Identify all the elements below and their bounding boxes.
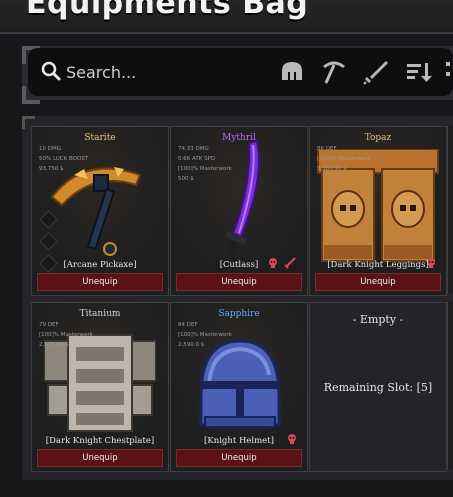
item-stat: [100]% Masterwork bbox=[39, 332, 93, 338]
remaining-slot-count: Remaining Slot: [5] bbox=[323, 381, 433, 394]
unequip-button[interactable]: Unequip bbox=[37, 273, 163, 291]
item-stat: 2,575.50 $ bbox=[39, 342, 69, 348]
item-name: Titanium bbox=[79, 309, 121, 319]
item-name: Topaz bbox=[364, 133, 392, 143]
item-stat: [100]% Masterwork bbox=[317, 156, 371, 162]
item-stat: 0.66 ATK SPD bbox=[178, 156, 216, 162]
search-input[interactable] bbox=[66, 58, 266, 86]
helmet-art-icon bbox=[199, 339, 281, 428]
item-stat: 500 $ bbox=[178, 176, 194, 182]
item-card-titanium[interactable]: Titanium 79 DEF [100]% Masterwork 2,575.… bbox=[31, 302, 169, 472]
pickaxe-art-icon bbox=[50, 167, 142, 256]
chestplate-art-icon bbox=[44, 334, 156, 432]
item-type: [Cutlass] bbox=[219, 260, 259, 270]
item-name: Sapphire bbox=[218, 309, 260, 319]
sort-icon[interactable] bbox=[404, 58, 432, 86]
window-title: Equipments Bag bbox=[26, 0, 309, 21]
pickaxe-icon[interactable] bbox=[320, 58, 348, 86]
item-stat: 79 DEF bbox=[39, 322, 59, 328]
item-stat: 3,300.90 $ bbox=[317, 166, 347, 172]
item-type: [Dark Knight Leggings] bbox=[327, 260, 429, 270]
empty-slot-title: - Empty - bbox=[352, 313, 404, 326]
unequip-button[interactable]: Unequip bbox=[176, 449, 302, 467]
cutlass-art-icon bbox=[224, 139, 260, 261]
unequip-button[interactable]: Unequip bbox=[176, 273, 302, 291]
item-name: Mythril bbox=[222, 133, 256, 143]
window-header: Equipments Bag bbox=[0, 0, 453, 30]
item-stat: 50% LUCK BOOST bbox=[39, 156, 89, 162]
item-card-starite[interactable]: Starite 10 DMG 50% LUCK BOOST 93,750 $ [… bbox=[31, 126, 169, 296]
item-stat: 2,590.0 $ bbox=[178, 342, 205, 348]
item-stat: 93,750 $ bbox=[39, 166, 64, 172]
toolbar-overflow[interactable] bbox=[446, 58, 453, 86]
item-card-topaz[interactable]: Topaz 86 DEF [100]% Masterwork 3,300.90 … bbox=[309, 126, 447, 296]
helmet-icon[interactable] bbox=[278, 58, 306, 86]
item-card-sapphire[interactable]: Sapphire 84 DEF [100]% Masterwork 2,590.… bbox=[170, 302, 308, 472]
item-card-partial[interactable] bbox=[447, 126, 453, 294]
empty-slot-card: - Empty - Remaining Slot: [5] bbox=[309, 302, 447, 472]
item-stat: 74.33 DMG bbox=[178, 146, 209, 152]
search-icon bbox=[41, 61, 61, 81]
item-card-mythril[interactable]: Mythril 74.33 DMG 0.66 ATK SPD [100]% Ma… bbox=[170, 126, 308, 296]
item-type: [Arcane Pickaxe] bbox=[63, 260, 137, 270]
item-stat: 10 DMG bbox=[39, 146, 61, 152]
item-stat: [100]% Masterwork bbox=[178, 166, 232, 172]
item-stat: 84 DEF bbox=[178, 322, 198, 328]
item-card-partial[interactable] bbox=[447, 302, 453, 470]
unequip-button[interactable]: Unequip bbox=[37, 449, 163, 467]
item-type: [Knight Helmet] bbox=[204, 436, 274, 446]
item-stat: [100]% Masterwork bbox=[178, 332, 232, 338]
unequip-button[interactable]: Unequip bbox=[315, 273, 441, 291]
sword-icon[interactable] bbox=[362, 58, 390, 86]
item-type: [Dark Knight Chestplate] bbox=[45, 436, 155, 446]
item-stat: 86 DEF bbox=[317, 146, 337, 152]
item-name: Starite bbox=[84, 133, 116, 143]
